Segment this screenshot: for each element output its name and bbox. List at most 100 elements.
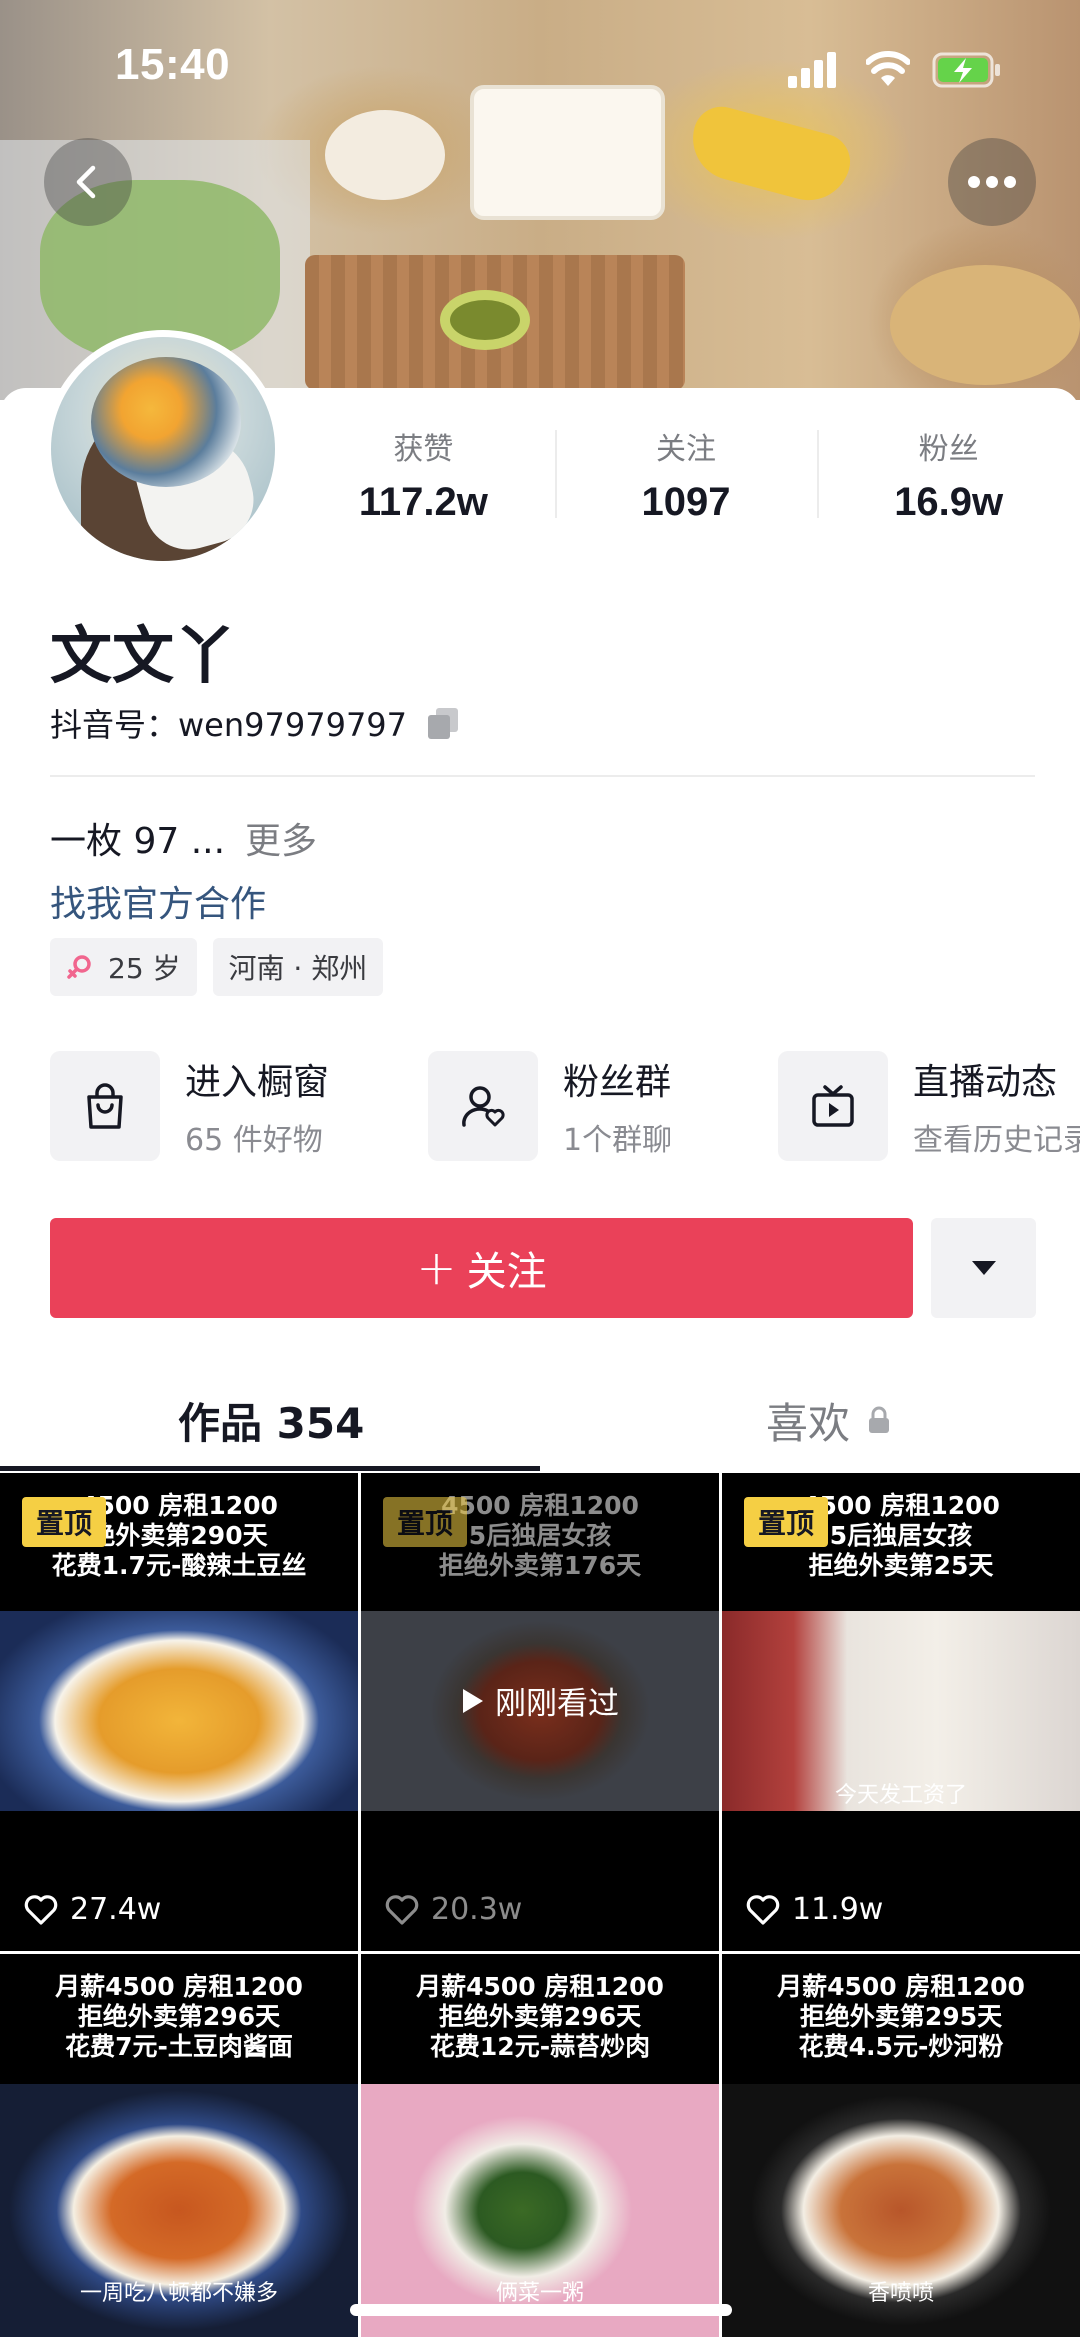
video-tile[interactable]: 月薪4500 房租1200 拒绝外卖第295天 花费4.5元-炒河粉 香喷喷 [722,1954,1080,2337]
avatar-image [51,337,275,561]
chevron-left-icon [76,165,96,199]
tv-play-icon [812,1085,854,1127]
fan-group-entry[interactable]: 粉丝群 1个群聊 [428,1050,672,1162]
video-tile[interactable]: 4500 房租1200 5后独居女孩 拒绝外卖第25天 置顶 今天发工资了 11… [722,1473,1080,1951]
heart-icon [385,1894,419,1925]
more-options-button[interactable] [948,138,1036,226]
age-tag: 25 岁 [50,938,197,996]
stat-value: 117.2w [358,480,488,524]
cover-cookies [890,265,1080,385]
age-text: 25 岁 [108,952,181,985]
shop-window-entry[interactable]: 进入橱窗 65 件好物 [50,1050,329,1162]
profile-stats: 获赞 117.2w 关注 1097 粉丝 16.9w [292,420,1080,540]
caption-line: 拒绝外卖第296天 [438,2002,642,2031]
cellular-signal-icon [788,52,836,88]
caption-line: 月薪4500 房租1200 [416,1972,664,2001]
caption-line: 拒绝外卖第176天 [438,1551,642,1580]
stat-value: 16.9w [894,480,1004,524]
business-cooperation-link[interactable]: 找我官方合作 [50,875,266,927]
stat-label: 获赞 [393,432,454,467]
pinned-badge: 置顶 [744,1497,829,1547]
stat-value: 1097 [641,480,731,524]
video-caption: 月薪4500 房租1200 拒绝外卖第296天 花费7元-土豆肉酱面 [0,1972,358,2062]
video-grid: 4500 房租1200 绝外卖第290天 花费1.7元-酸辣土豆丝 置顶 27.… [0,1473,1080,2337]
video-subtitle: 今天发工资了 [834,1783,967,1808]
heart-icon [746,1894,780,1925]
pinned-badge: 置顶 [22,1497,107,1547]
caption-line: 拒绝外卖第296天 [77,2002,281,2031]
profile-name: 文文丫 [50,619,237,692]
feature-subtitle: 65 件好物 [185,1123,323,1158]
shop-icon-box [50,1051,160,1161]
bio-more-link[interactable]: 更多 [245,812,317,864]
bio[interactable]: 一枚 97 ... 更多 [50,812,317,864]
caret-down-icon [971,1261,996,1275]
feature-subtitle: 查看历史记录 [913,1123,1080,1158]
divider [50,775,1035,777]
caption-line: 花费4.5元-炒河粉 [798,2032,1004,2061]
like-count: 27.4w [70,1892,162,1927]
tab-active-indicator [0,1466,540,1471]
stat-likes[interactable]: 获赞 117.2w [292,420,555,540]
lock-icon [869,1406,890,1433]
tab-likes-label: 喜欢 [766,1398,851,1448]
live-icon-box [778,1051,888,1161]
feature-title: 粉丝群 [563,1062,672,1103]
stat-label: 关注 [656,432,716,467]
shopping-bag-icon [87,1083,123,1129]
video-subtitle: 香喷喷 [867,2281,934,2306]
back-button[interactable] [44,138,132,226]
stat-label: 粉丝 [918,432,979,467]
recently-viewed-overlay: 刚刚看过 [361,1678,719,1723]
caption-line: 花费1.7元-酸辣土豆丝 [51,1551,307,1580]
video-likes: 27.4w [24,1892,161,1927]
video-tile[interactable]: 月薪4500 房租1200 拒绝外卖第296天 花费12元-蒜苔炒肉 俩菜一粥 [361,1954,719,2337]
video-likes: 11.9w [746,1892,883,1927]
status-time: 15:40 [115,40,231,89]
video-likes: 20.3w [385,1892,522,1927]
recently-viewed-text: 刚刚看过 [495,1686,619,1722]
tab-likes[interactable]: 喜欢 [766,1370,892,1470]
female-icon [67,955,91,979]
plus-icon: + [416,1240,457,1296]
avatar[interactable] [44,330,282,568]
caption-line: 月薪4500 房租1200 [55,1972,303,2001]
ellipsis-icon [968,176,1016,188]
home-indicator[interactable] [350,2304,732,2316]
video-tile[interactable]: 月薪4500 房租1200 拒绝外卖第296天 花费7元-土豆肉酱面 一周吃八顿… [0,1954,358,2337]
cover-avocado [440,290,530,350]
like-count: 20.3w [431,1892,523,1927]
video-subtitle: 一周吃八顿都不嫌多 [79,2281,278,2306]
video-tile[interactable]: 4500 房租1200 绝外卖第290天 花费1.7元-酸辣土豆丝 置顶 27.… [0,1473,358,1951]
video-subtitle: 俩菜一粥 [495,2281,584,2306]
douyin-id: 抖音号：wen97979797 [50,700,461,746]
feature-subtitle: 1个群聊 [563,1123,673,1158]
like-count: 11.9w [792,1892,884,1927]
stat-followers[interactable]: 粉丝 16.9w [817,420,1080,540]
video-caption: 月薪4500 房租1200 拒绝外卖第296天 花费12元-蒜苔炒肉 [361,1972,719,2062]
avatar-bouquet [91,357,241,487]
fans-icon-box [428,1051,538,1161]
caption-line: 拒绝外卖第295天 [799,2002,1003,2031]
tab-works[interactable]: 作品 354 [178,1370,364,1470]
video-tile[interactable]: 4500 房租1200 5后独居女孩 拒绝外卖第176天 置顶 刚刚看过 20.… [361,1473,719,1951]
stat-following[interactable]: 关注 1097 [554,420,818,540]
follow-button[interactable]: + 关注 [50,1218,913,1318]
pinned-badge: 置顶 [383,1497,468,1547]
feature-title: 进入橱窗 [185,1062,330,1103]
location-tag: 河南 · 郑州 [212,938,384,996]
caption-line: 拒绝外卖第25天 [808,1551,994,1580]
wifi-icon [866,51,910,86]
recommend-dropdown-button[interactable] [931,1218,1036,1318]
play-icon [463,1688,483,1713]
caption-line: 月薪4500 房租1200 [777,1972,1025,2001]
live-history-entry[interactable]: 直播动态 查看历史记录 [778,1050,1080,1162]
feature-title: 直播动态 [913,1062,1058,1103]
status-bar: 15:40 [0,0,1080,140]
profile-tags: 25 岁 河南 · 郑州 [50,938,384,996]
caption-line: 花费12元-蒜苔炒肉 [429,2032,651,2061]
content-tabs: 作品 354 喜欢 [0,1370,1080,1472]
user-heart-icon [462,1086,505,1127]
follow-label: 关注 [466,1249,547,1295]
copy-icon[interactable] [425,705,461,741]
